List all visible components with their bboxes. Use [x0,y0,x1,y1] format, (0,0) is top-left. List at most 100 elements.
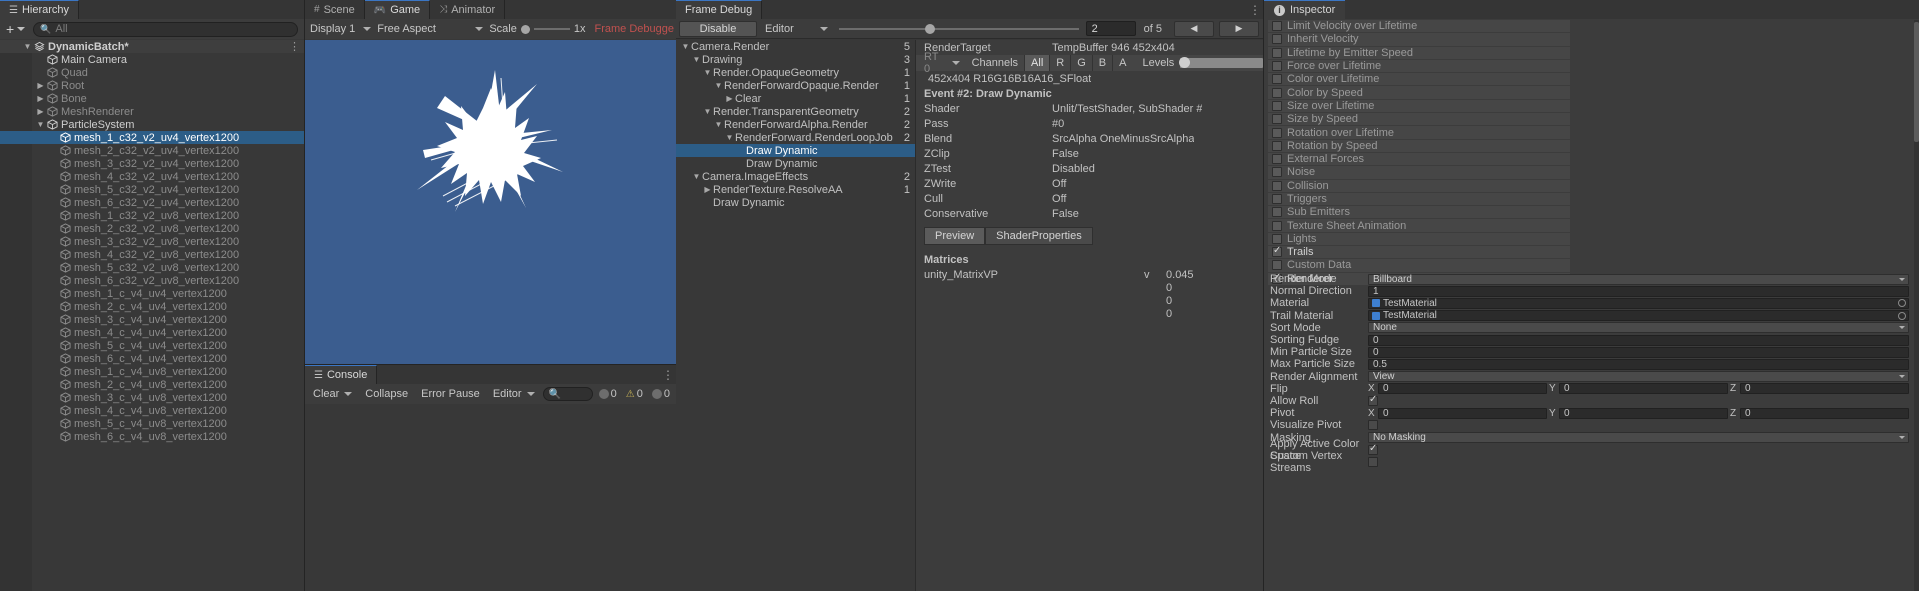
axis-input-y[interactable]: 0 [1559,383,1728,395]
error-pause-toggle[interactable]: Error Pause [416,386,485,402]
property-input[interactable]: 1 [1368,285,1909,297]
object-picker-icon[interactable] [1898,299,1906,308]
axis-input-z[interactable]: 0 [1740,407,1909,419]
console-search-input[interactable]: 🔍 [542,387,593,401]
module-row[interactable]: Size over Lifetime [1268,99,1570,114]
module-checkbox[interactable] [1272,100,1282,111]
frame-event-row[interactable]: ▼ Drawing 3 [676,53,915,66]
frame-event-row[interactable]: ▼ Camera.Render 5 [676,40,915,53]
module-row[interactable]: Sub Emitters [1268,206,1570,220]
hierarchy-item[interactable]: mesh_4_c_v4_uv4_vertex1200 [0,326,304,339]
property-object-field[interactable]: TestMaterial [1368,310,1909,322]
frame-event-row[interactable]: ▼ Render.OpaqueGeometry 1 [676,66,915,79]
console-error-count[interactable]: 0 [649,388,673,400]
axis-input-z[interactable]: 0 [1740,383,1909,395]
module-checkbox[interactable] [1272,127,1282,138]
module-checkbox[interactable] [1272,194,1282,204]
tab-console[interactable]: ☰ Console [305,365,378,384]
tab-hierarchy[interactable]: ☰ Hierarchy [0,0,80,19]
chevron-down-icon[interactable]: ▼ [680,42,691,51]
module-row[interactable]: Rotation over Lifetime [1268,126,1570,140]
module-row[interactable]: Triggers [1268,192,1570,207]
hierarchy-item[interactable]: mesh_1_c32_v2_uv4_vertex1200 [0,131,304,144]
hierarchy-item[interactable]: mesh_5_c32_v2_uv4_vertex1200 [0,183,304,196]
frame-event-row[interactable]: ▼ RenderForwardOpaque.Render 1 [676,79,915,92]
module-checkbox[interactable] [1272,87,1282,98]
console-log-list[interactable] [305,404,676,591]
module-row[interactable]: Lights [1268,232,1570,247]
scale-slider-track[interactable] [533,28,570,30]
scene-menu-icon[interactable]: ⋮ [289,40,300,53]
frame-event-row[interactable]: ▶ RenderTexture.ResolveAA 1 [676,183,915,196]
module-checkbox[interactable] [1272,114,1282,125]
chevron-down-icon[interactable]: ▼ [702,68,713,77]
frame-event-row[interactable]: ▼ RenderForwardAlpha.Render 2 [676,118,915,131]
frame-event-row[interactable]: ▶ Clear 1 [676,92,915,105]
module-checkbox[interactable] [1272,21,1282,32]
module-row[interactable]: Collision [1268,179,1570,193]
channel-button-g[interactable]: G [1070,55,1092,71]
hierarchy-item[interactable]: ▶ Root [0,79,304,92]
channel-button-r[interactable]: R [1049,55,1070,71]
aspect-dropdown[interactable]: Free Aspect [374,21,487,37]
hierarchy-item[interactable]: mesh_3_c_v4_uv8_vertex1200 [0,391,304,404]
hierarchy-item[interactable]: mesh_5_c32_v2_uv8_vertex1200 [0,261,304,274]
framedebug-menu-icon[interactable]: ⋮ [1247,0,1263,19]
property-dropdown[interactable]: View [1368,371,1909,383]
frame-event-tree[interactable]: ▼ Camera.Render 5 ▼ Drawing 3 ▼ Render.OpaqueGe… [676,40,917,591]
property-checkbox[interactable] [1368,420,1378,431]
property-checkbox[interactable] [1368,394,1378,406]
module-checkbox[interactable] [1272,167,1282,178]
hierarchy-search-input[interactable]: 🔍 All [33,21,298,37]
module-row[interactable]: Rotation by Speed [1268,139,1570,153]
module-checkbox[interactable] [1272,260,1282,271]
property-input[interactable]: 0.5 [1368,358,1909,370]
console-menu-icon[interactable]: ⋮ [660,365,676,384]
tab-inspector[interactable]: i Inspector [1264,0,1346,19]
module-row[interactable]: Limit Velocity over Lifetime [1268,20,1570,34]
clear-button[interactable]: Clear [308,386,358,402]
hierarchy-item[interactable]: mesh_3_c32_v2_uv8_vertex1200 [0,235,304,248]
game-view-canvas[interactable] [305,40,676,364]
chevron-down-icon[interactable]: ▼ [713,81,724,90]
tab-preview[interactable]: Preview [924,227,986,245]
chevron-down-icon[interactable]: ▼ [691,55,702,64]
module-row[interactable]: External Forces [1268,152,1570,167]
tab-shader-properties[interactable]: ShaderProperties [985,227,1093,245]
module-checkbox[interactable] [1272,207,1282,218]
module-row[interactable]: Noise [1268,166,1570,180]
module-checkbox[interactable] [1272,154,1282,165]
hierarchy-item[interactable]: mesh_1_c_v4_uv4_vertex1200 [0,287,304,300]
scale-slider[interactable]: Scale 1x [486,21,589,37]
frame-event-row[interactable]: Draw Dynamic [676,196,915,209]
chevron-down-icon[interactable]: ▼ [691,172,702,181]
hierarchy-item[interactable]: mesh_4_c_v4_uv8_vertex1200 [0,404,304,417]
chevron-down-icon[interactable] [951,61,960,65]
inspector-scrollbar-thumb[interactable] [1914,22,1919,142]
display-dropdown[interactable]: Display 1 [307,21,375,37]
module-row[interactable]: Trails [1268,245,1570,260]
hierarchy-item[interactable]: mesh_3_c_v4_uv4_vertex1200 [0,313,304,326]
tab-animator[interactable]: ⤨ Animator [430,0,506,19]
tab-frame-debug[interactable]: Frame Debug [676,0,763,19]
console-warning-count[interactable]: ⚠ 0 [623,388,646,400]
hierarchy-item[interactable]: mesh_4_c32_v2_uv4_vertex1200 [0,170,304,183]
hierarchy-item[interactable]: mesh_6_c32_v2_uv4_vertex1200 [0,196,304,209]
hierarchy-item[interactable]: mesh_2_c_v4_uv8_vertex1200 [0,378,304,391]
hierarchy-item[interactable]: mesh_6_c_v4_uv4_vertex1200 [0,352,304,365]
hierarchy-item[interactable]: ▼ ParticleSystem [0,118,304,131]
frame-event-row[interactable]: ▼ Render.TransparentGeometry 2 [676,105,915,118]
property-object-field[interactable]: TestMaterial [1368,297,1909,309]
particle-module-list[interactable]: Limit Velocity over Lifetime Inherit Velo… [1268,20,1570,286]
collapse-toggle[interactable]: Collapse [360,386,414,402]
chevron-right-icon[interactable]: ▶ [35,107,46,116]
hierarchy-item[interactable]: mesh_4_c32_v2_uv8_vertex1200 [0,248,304,261]
hierarchy-item[interactable]: Main Camera [0,53,304,66]
module-row[interactable]: Size by Speed [1268,113,1570,127]
console-info-count[interactable]: 0 [596,388,620,400]
chevron-right-icon[interactable]: ▶ [35,81,46,90]
scale-slider-knob[interactable] [520,24,530,34]
module-checkbox[interactable] [1272,180,1282,191]
chevron-down-icon[interactable]: ▼ [22,42,33,51]
property-dropdown[interactable]: No Masking [1368,432,1909,444]
